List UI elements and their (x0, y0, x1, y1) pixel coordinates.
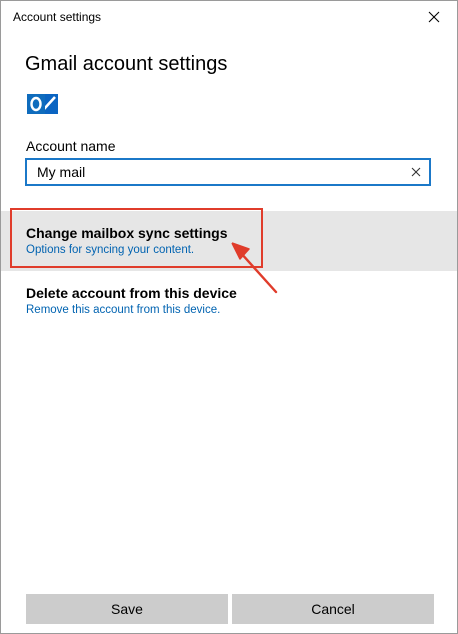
outlook-icon (27, 94, 58, 114)
account-settings-window: Account settings Gmail account settings … (0, 0, 458, 634)
account-name-field[interactable] (25, 158, 431, 186)
account-name-input[interactable] (37, 162, 397, 182)
option-title: Change mailbox sync settings (26, 225, 228, 241)
save-button[interactable]: Save (26, 594, 228, 624)
clear-icon (411, 167, 421, 177)
change-sync-settings-option[interactable]: Change mailbox sync settings Options for… (1, 211, 457, 271)
clear-input-button[interactable] (407, 163, 425, 181)
cancel-button[interactable]: Cancel (232, 594, 434, 624)
account-name-label: Account name (26, 138, 116, 154)
close-icon (428, 11, 440, 23)
delete-account-option[interactable]: Delete account from this device Remove t… (1, 277, 457, 325)
close-button[interactable] (411, 1, 457, 33)
page-title: Gmail account settings (25, 53, 228, 75)
option-subtitle: Options for syncing your content. (26, 244, 195, 256)
title-bar: Account settings (1, 1, 457, 33)
option-subtitle: Remove this account from this device. (26, 304, 221, 316)
window-title: Account settings (13, 10, 102, 24)
option-title: Delete account from this device (26, 285, 237, 301)
